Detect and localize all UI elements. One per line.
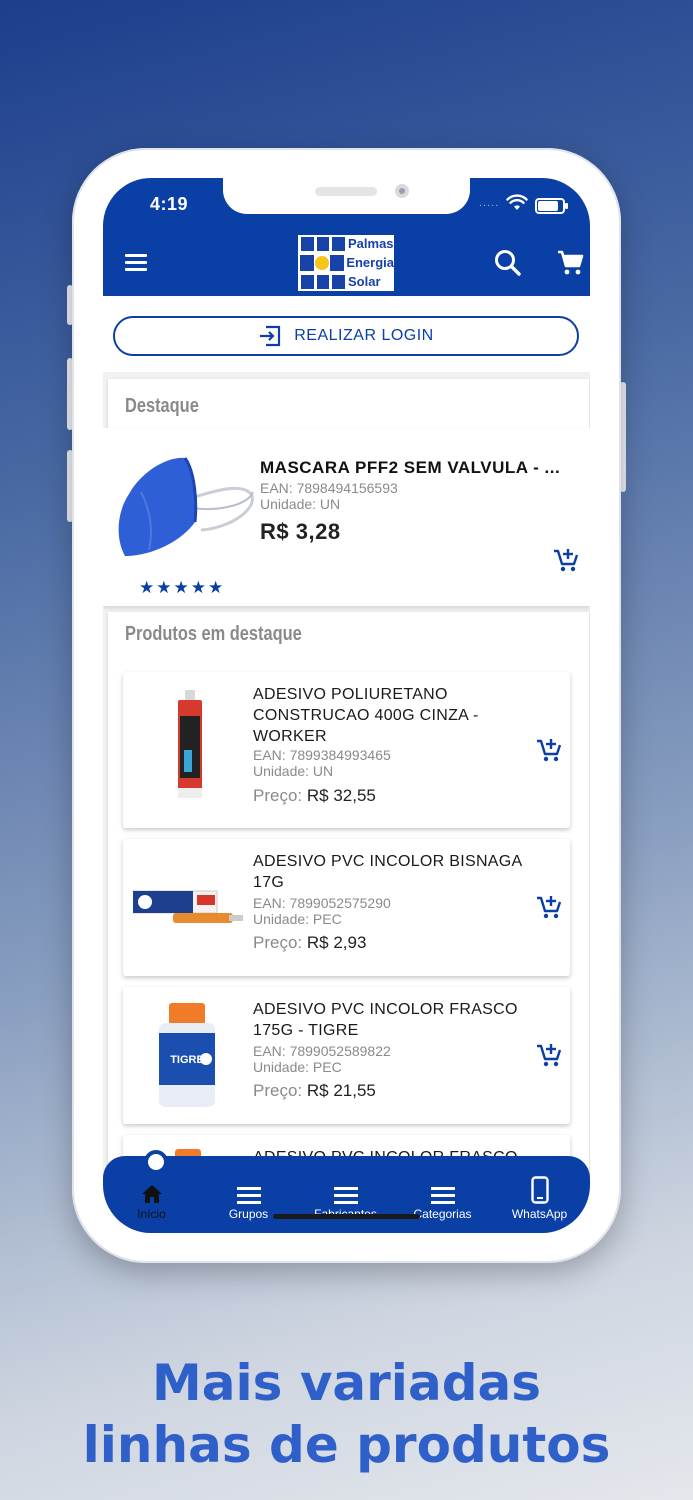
nav-whatsapp[interactable]: WhatsApp: [491, 1176, 588, 1221]
nav-inicio-label: Início: [137, 1207, 166, 1221]
login-label: REALIZAR LOGIN: [294, 327, 434, 344]
product-name: ADESIVO PVC INCOLOR BISNAGA 17G: [253, 853, 522, 891]
product-price: Preço: R$ 21,55: [253, 1081, 376, 1101]
hamburger-menu-button[interactable]: [121, 248, 151, 276]
caulk-tube-image: [178, 690, 202, 798]
product-ean: EAN: 7899384993465: [253, 747, 391, 763]
palmas-energia-solar-logo: Palmas Energia Solar: [298, 235, 394, 291]
signal-dots: .....: [479, 197, 500, 209]
active-indicator: [144, 1150, 168, 1174]
price-label: Preço:: [253, 1081, 303, 1100]
marketing-tagline: Mais variadas linhas de produtos: [0, 1352, 693, 1476]
price-value: R$ 32,55: [306, 786, 376, 805]
product-unit: Unidade: PEC: [253, 1059, 342, 1075]
nav-inicio[interactable]: Início: [103, 1176, 200, 1221]
smartphone-icon: [530, 1176, 549, 1204]
login-icon: [260, 325, 281, 347]
tagline-line-2: linhas de produtos: [82, 1416, 611, 1474]
featured-product-unit: Unidade: UN: [260, 496, 341, 512]
featured-product-ean: EAN: 7898494156593: [260, 480, 398, 496]
home-icon: [141, 1185, 162, 1203]
featured-product-price: R$ 3,28: [260, 519, 341, 544]
list-icon: [430, 1187, 455, 1204]
login-area: REALIZAR LOGIN: [103, 296, 590, 372]
front-camera: [395, 184, 409, 198]
product-card[interactable]: TIGRE ADESIVO PVC INCOLOR FRASCO 175G - …: [123, 987, 570, 1124]
product-price: Preço: R$ 32,55: [253, 786, 376, 806]
pvc-glue-bottle-image: TIGRE: [159, 1003, 215, 1107]
phone-notch: [223, 178, 470, 214]
product-name: ADESIVO POLIURETANO CONSTRUCAO 400G CINZ…: [253, 686, 479, 745]
logo-line-1: Palmas: [348, 236, 394, 251]
search-icon[interactable]: [493, 248, 523, 278]
nav-whatsapp-label: WhatsApp: [511, 1207, 568, 1221]
product-unit: Unidade: PEC: [253, 911, 342, 927]
battery-icon: [535, 198, 568, 214]
bottom-navigation: Início Grupos Fabricantes: [103, 1150, 590, 1233]
wifi-icon: [506, 194, 528, 210]
cart-icon[interactable]: [555, 248, 585, 278]
price-label: Preço:: [253, 933, 303, 952]
featured-section: Destaque: [108, 379, 589, 431]
add-to-cart-icon[interactable]: [552, 546, 580, 574]
list-icon: [333, 1187, 358, 1204]
login-button[interactable]: REALIZAR LOGIN: [113, 316, 579, 356]
product-ean: EAN: 7899052589822: [253, 1043, 391, 1059]
mask-product-image: [118, 457, 254, 556]
price-label: Preço:: [253, 786, 303, 805]
status-time: 4:19: [150, 194, 189, 214]
rating-stars: ★★★★★: [139, 578, 226, 597]
products-section-title: Produtos em destaque: [125, 623, 302, 645]
sun-icon: [315, 256, 330, 270]
logo-line-3: Solar: [348, 274, 381, 289]
product-name: ADESIVO PVC INCOLOR FRASCO 175G - TIGRE: [253, 1001, 518, 1039]
featured-product-card[interactable]: ★★★★★ MASCARA PFF2 SEM VALVULA - ... EAN…: [103, 428, 590, 606]
price-value: R$ 2,93: [306, 933, 367, 952]
svg-text:TIGRE: TIGRE: [170, 1054, 204, 1066]
product-price: Preço: R$ 2,93: [253, 933, 366, 953]
add-to-cart-icon[interactable]: [535, 1041, 563, 1069]
product-unit: Unidade: UN: [253, 763, 334, 779]
product-card[interactable]: ADESIVO POLIURETANO CONSTRUCAO 400G CINZ…: [123, 672, 570, 828]
featured-section-title: Destaque: [125, 395, 199, 417]
add-to-cart-icon[interactable]: [535, 736, 563, 764]
pvc-glue-tube-image: [133, 890, 243, 923]
add-to-cart-icon[interactable]: [535, 893, 563, 921]
product-ean: EAN: 7899052575290: [253, 895, 391, 911]
home-indicator[interactable]: [273, 1214, 420, 1219]
logo-line-2: Energia: [346, 255, 394, 270]
tagline-line-1: Mais variadas: [152, 1354, 541, 1412]
list-icon: [236, 1187, 261, 1204]
product-card[interactable]: ADESIVO PVC INCOLOR BISNAGA 17G EAN: 789…: [123, 839, 570, 976]
app-screen: 4:19 ..... Palmas Energia Solar REALIZAR…: [103, 178, 590, 1233]
speaker-grille: [315, 187, 377, 196]
price-value: R$ 21,55: [306, 1081, 376, 1100]
featured-product-name: MASCARA PFF2 SEM VALVULA - ...: [260, 458, 561, 477]
